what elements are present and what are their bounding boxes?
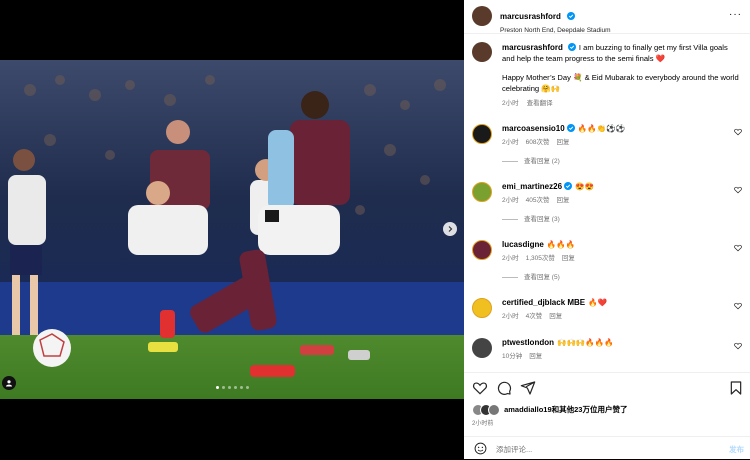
post-actions-bar — [464, 372, 750, 423]
header-username[interactable]: marcusrashford — [500, 12, 561, 21]
avatar[interactable] — [472, 42, 492, 62]
verified-badge-icon — [567, 43, 576, 51]
comment-text: lucasdigne 🔥🔥🔥 — [502, 240, 575, 250]
comment-username[interactable]: lucasdigne — [502, 240, 544, 249]
comment-likes[interactable]: 405次赞 — [526, 197, 550, 204]
verified-badge-icon — [567, 12, 576, 20]
comment-text: marcoasensio10 🔥🔥👏⚽⚽ — [502, 124, 625, 134]
view-replies-button[interactable]: 查看回复 (3) — [502, 213, 560, 223]
carousel-dot — [234, 386, 237, 389]
comment-icon[interactable] — [496, 380, 512, 396]
comment-username[interactable]: marcoasensio10 — [502, 124, 565, 133]
avatar — [488, 404, 500, 416]
comment-time[interactable]: 10分钟 — [502, 353, 522, 360]
avatar[interactable] — [472, 6, 492, 26]
avatar[interactable] — [472, 124, 492, 144]
verified-badge-icon — [566, 124, 575, 132]
heart-icon[interactable] — [734, 128, 742, 136]
more-options-button[interactable]: ··· — [729, 9, 742, 20]
post-comment-button[interactable]: 发布 — [729, 444, 744, 455]
comment-username[interactable]: ptwestlondon — [502, 338, 554, 347]
caption-text: marcusrashford I am buzzing to finally ge… — [502, 42, 742, 109]
comment-likes[interactable]: 4次赞 — [526, 313, 543, 320]
carousel-indicator — [216, 386, 249, 389]
comment-input[interactable] — [494, 441, 698, 457]
location-link[interactable]: Preston North End, Deepdale Stadium — [500, 27, 611, 34]
caption-time[interactable]: 2小时 — [502, 100, 519, 107]
comment-username[interactable]: emi_martinez26 — [502, 182, 562, 191]
comment-meta: 2小时 1,305次赞 回复 — [502, 252, 582, 262]
header-text: marcusrashford Preston North End, Deepda… — [500, 6, 611, 34]
comment-body: 😍😍 — [575, 182, 594, 191]
post-media — [0, 0, 464, 459]
comment-text: ptwestlondon 🙌🙌🙌🔥🔥🔥 — [502, 338, 614, 348]
comment-likes[interactable]: 1,305次赞 — [526, 255, 555, 262]
comment-time[interactable]: 2小时 — [502, 197, 519, 204]
heart-icon[interactable] — [734, 244, 742, 252]
carousel-dot — [240, 386, 243, 389]
verified-badge-icon — [564, 182, 573, 190]
comment-time[interactable]: 2小时 — [502, 139, 519, 146]
comment-item: lucasdigne 🔥🔥🔥 2小时 1,305次赞 回复 查看回复 (5) — [472, 240, 742, 290]
view-replies-button[interactable]: 查看回复 (2) — [502, 155, 560, 165]
like-heart-icon[interactable] — [472, 380, 488, 396]
reply-button[interactable]: 回复 — [549, 313, 562, 320]
avatar[interactable] — [472, 182, 492, 202]
see-translation-link[interactable]: 查看翻译 — [527, 100, 553, 107]
liker-avatars — [472, 404, 502, 416]
comment-item: marcoasensio10 🔥🔥👏⚽⚽ 2小时 608次赞 回复 查看回复 (2) — [472, 124, 742, 174]
carousel-dot — [216, 386, 219, 389]
comment-item: emi_martinez26 😍😍 2小时 405次赞 回复 查看回复 (3) — [472, 182, 742, 232]
chevron-right-icon — [448, 226, 453, 232]
next-slide-button[interactable] — [443, 222, 457, 236]
carousel-dot — [246, 386, 249, 389]
comment-body: 🔥❤️ — [588, 298, 608, 307]
heart-icon[interactable] — [734, 186, 742, 194]
heart-icon[interactable] — [734, 302, 742, 310]
post-photo[interactable] — [0, 60, 464, 399]
emoji-icon[interactable] — [474, 442, 487, 455]
carousel-dot — [228, 386, 231, 389]
bookmark-icon[interactable] — [728, 380, 744, 396]
comment-time[interactable]: 2小时 — [502, 313, 519, 320]
comment-username[interactable]: certified_djblack MBE — [502, 298, 585, 307]
carousel-dot — [222, 386, 225, 389]
post-header: marcusrashford Preston North End, Deepda… — [464, 0, 750, 34]
comment-meta: 2小时 405次赞 回复 — [502, 194, 576, 204]
reply-button[interactable]: 回复 — [556, 139, 569, 146]
heart-icon[interactable] — [734, 342, 742, 350]
user-icon — [6, 380, 12, 387]
comment-meta: 10分钟 回复 — [502, 350, 549, 360]
comment-time[interactable]: 2小时 — [502, 255, 519, 262]
comment-body: 🔥🔥🔥 — [546, 240, 576, 249]
share-icon[interactable] — [520, 380, 536, 396]
reply-button[interactable]: 回复 — [562, 255, 575, 262]
reply-button[interactable]: 回复 — [556, 197, 569, 204]
avatar[interactable] — [472, 338, 492, 358]
liker-username[interactable]: amaddiallo19 — [504, 405, 552, 414]
comment-meta: 2小时 4次赞 回复 — [502, 310, 569, 320]
view-replies-button[interactable]: 查看回复 (5) — [502, 271, 560, 281]
caption-meta: 2小时 查看翻译 — [502, 98, 742, 109]
comment-likes[interactable]: 608次赞 — [526, 139, 550, 146]
caption-username[interactable]: marcusrashford — [502, 43, 563, 52]
tagged-users-button[interactable] — [2, 376, 16, 390]
post-timestamp[interactable]: 2小时前 — [472, 418, 493, 427]
avatar[interactable] — [472, 298, 492, 318]
comment-text: emi_martinez26 😍😍 — [502, 182, 594, 192]
comment-text: certified_djblack MBE 🔥❤️ — [502, 298, 607, 308]
comment-body: 🔥🔥👏⚽⚽ — [577, 124, 625, 133]
post-details-panel: marcusrashford Preston North End, Deepda… — [464, 0, 750, 459]
caption-line2: Happy Mother’s Day 💐 & Eid Mubarak to ev… — [502, 73, 739, 93]
comment-meta: 2小时 608次赞 回复 — [502, 136, 576, 146]
likes-count[interactable]: 和其他23万位用户赞了 — [552, 405, 628, 414]
reply-button[interactable]: 回复 — [529, 353, 542, 360]
avatar[interactable] — [472, 240, 492, 260]
more-horizontal-icon: ··· — [729, 9, 742, 20]
add-comment-bar: 发布 — [464, 436, 750, 460]
likes-summary: amaddiallo19和其他23万位用户赞了 — [472, 404, 628, 416]
comment-body: 🙌🙌🙌🔥🔥🔥 — [557, 338, 614, 347]
